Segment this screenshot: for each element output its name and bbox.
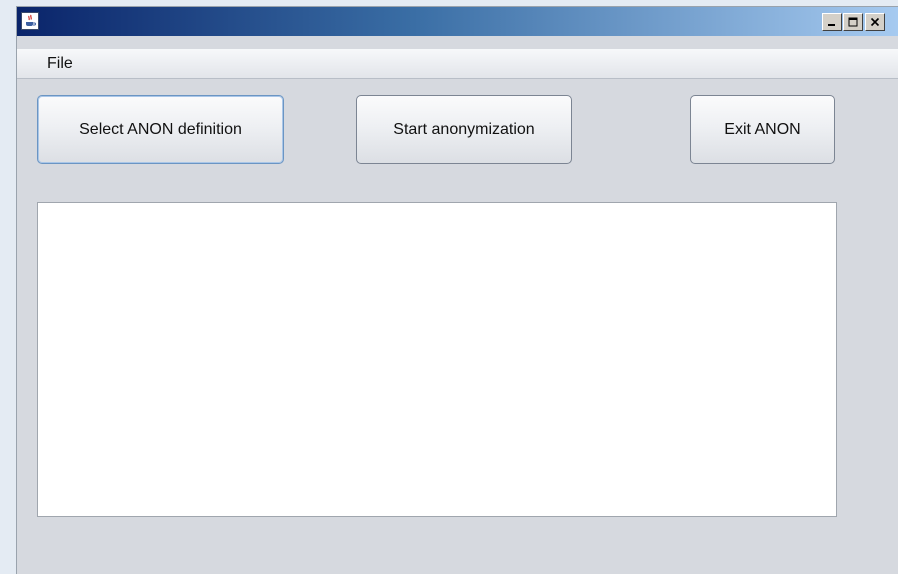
close-icon[interactable] — [865, 13, 885, 31]
menu-bar: File — [17, 49, 898, 79]
exit-anon-button[interactable]: Exit ANON — [690, 95, 835, 164]
maximize-icon[interactable] — [843, 13, 863, 31]
title-bar[interactable] — [17, 7, 898, 36]
select-anon-definition-button[interactable]: Select ANON definition — [37, 95, 284, 164]
application-window: File Select ANON definition Start anonym… — [16, 6, 898, 574]
java-cup-icon[interactable] — [21, 12, 39, 30]
start-anonymization-button[interactable]: Start anonymization — [356, 95, 572, 164]
menu-file[interactable]: File — [47, 55, 73, 73]
minimize-icon[interactable] — [822, 13, 842, 31]
output-log-area[interactable] — [37, 202, 837, 517]
